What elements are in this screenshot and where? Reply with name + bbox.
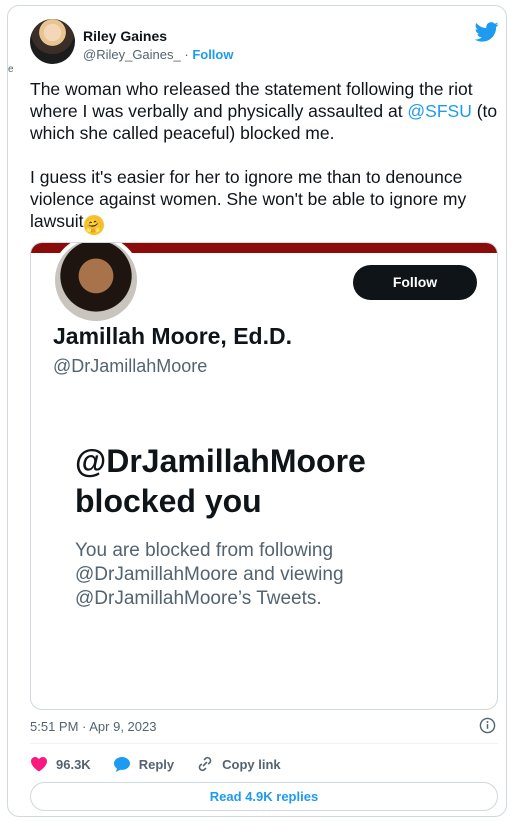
profile-handle: @DrJamillahMoore [53,356,208,376]
handle-separator: · [180,47,193,62]
copy-link-label: Copy link [222,756,281,772]
reply-label: Reply [138,756,175,772]
embed-follow-button: Follow [353,265,477,300]
copy-link-button[interactable]: Copy link [196,755,281,773]
tweet-body: The woman who released the statement fol… [30,78,498,235]
profile-avatar [51,243,141,325]
heart-icon [31,757,47,772]
tweet-timestamp[interactable]: 5:51 PM · Apr 9, 2023 [30,719,156,734]
mention-sfsu[interactable]: @SFSU [407,101,471,121]
twitter-bird-icon[interactable] [475,22,499,42]
read-replies-button[interactable]: Read 4.9K replies [30,782,498,811]
tweet-card: e Riley Gaines @Riley_Gaines_ · Follow T… [7,5,507,817]
hugging-face-emoji-icon: 🤗 [83,215,104,235]
blocked-title: @DrJamillahMoore blocked you [75,443,366,519]
author-handle[interactable]: @Riley_Gaines_ [83,47,181,62]
link-icon [198,756,212,772]
author-handle-row: @Riley_Gaines_ · Follow [83,47,233,62]
like-button[interactable]: 96.3K [30,756,91,772]
embedded-image[interactable]: Follow Jamillah Moore, Ed.D. @DrJamillah… [30,242,498,710]
profile-name: Jamillah Moore, Ed.D. [53,323,292,349]
reply-button[interactable]: Reply [113,756,174,773]
divider [30,743,498,744]
like-count: 96.3K [56,756,91,772]
reply-bubble-icon [113,756,130,772]
follow-link[interactable]: Follow [192,47,233,62]
info-icon[interactable] [479,717,496,734]
edge-fragment: e [8,64,14,75]
author-avatar[interactable] [30,19,75,64]
blocked-description: You are blocked from following @DrJamill… [75,540,349,609]
action-bar: 96.3K Reply Copy link [30,754,303,774]
author-name[interactable]: Riley Gaines [83,28,167,44]
